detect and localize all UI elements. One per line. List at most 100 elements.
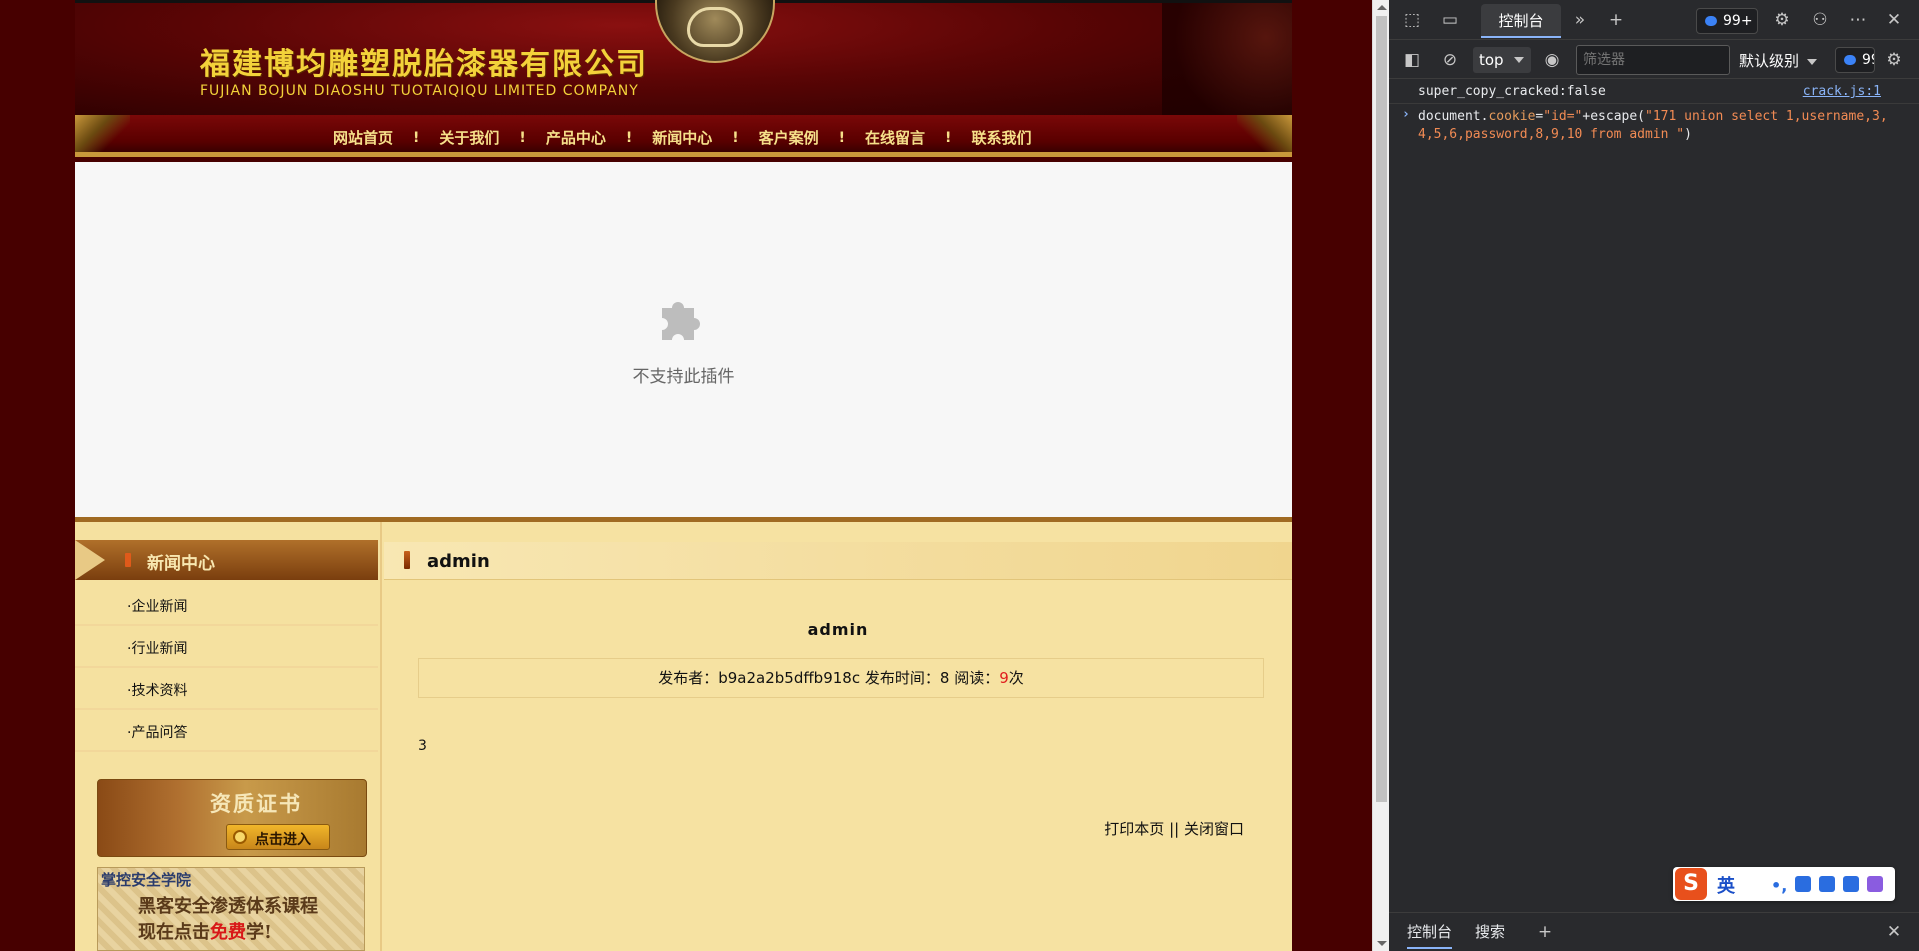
- eye-icon[interactable]: ◉: [1541, 49, 1563, 71]
- gear-icon[interactable]: ⚙: [1771, 9, 1793, 31]
- sidebar-item-product-faq[interactable]: ·产品问答: [75, 710, 378, 752]
- tab-console[interactable]: 控制台: [1481, 4, 1561, 38]
- log-levels-dropdown[interactable]: 默认级别: [1739, 50, 1818, 71]
- site-header: 福建博均雕塑脱胎漆器有限公司 FUJIAN BOJUN DIAOSHU TUOT…: [75, 0, 1292, 118]
- skin-icon[interactable]: [1843, 876, 1859, 892]
- nav-separator: !: [838, 129, 846, 146]
- reads-label: 阅读：: [954, 669, 1000, 687]
- sidebar: 新闻中心 ·企业新闻 ·行业新闻 ·技术资料 ·产品问答 资质证书 点击进入 掌…: [75, 522, 382, 951]
- close-drawer-icon[interactable]: ✕: [1883, 921, 1905, 943]
- more-tabs-icon[interactable]: »: [1569, 9, 1591, 31]
- sidebar-item-label[interactable]: ·技术资料: [127, 680, 187, 700]
- add-tab-icon[interactable]: +: [1605, 9, 1627, 31]
- print-page-link[interactable]: 打印本页: [1104, 820, 1164, 838]
- sidebar-item-label[interactable]: ·产品问答: [127, 722, 187, 742]
- sidebar-item-label[interactable]: ·企业新闻: [127, 596, 187, 616]
- nav-corner-ornament: [1237, 115, 1292, 152]
- link-separator: ||: [1169, 820, 1180, 838]
- ad-line-2-text: 学!: [246, 922, 272, 943]
- ad-highlight: 免费: [210, 922, 246, 943]
- connect-icon[interactable]: ⚇: [1809, 9, 1831, 31]
- punctuation-icon[interactable]: •,: [1771, 876, 1787, 895]
- sidebar-item-tech-docs[interactable]: ·技术资料: [75, 668, 378, 710]
- publish-time-label: 发布时间：: [864, 669, 940, 687]
- devtools-panel: ⬚ ▭ 控制台 » + 99+ ⚙ ⚇ ⋯ ✕ ◧ ⊘ top ◉ 默认级别 9…: [1389, 0, 1919, 951]
- add-drawer-tab-icon[interactable]: +: [1534, 921, 1556, 943]
- more-options-icon[interactable]: ⋯: [1847, 9, 1869, 31]
- issues-count: 99+: [1723, 13, 1753, 29]
- ad-banner[interactable]: 掌控安全学院 黑客安全渗透体系课程 现在点击免费学!: [97, 867, 365, 951]
- ime-toolbar[interactable]: S 英 •,: [1673, 867, 1895, 901]
- chevron-right-icon: ›: [1402, 107, 1410, 122]
- console-command-entry[interactable]: › document.cookie="id="+escape("171 unio…: [1389, 104, 1919, 144]
- reads-count: 9: [999, 669, 1009, 687]
- issues-badge-small[interactable]: 99: [1835, 47, 1875, 73]
- issues-count-small: 99: [1862, 52, 1874, 68]
- sidebar-item-label[interactable]: ·行业新闻: [127, 638, 187, 658]
- section-header: admin: [384, 542, 1292, 580]
- nav-news[interactable]: 新闻中心: [652, 127, 712, 148]
- enter-button-label: 点击进入: [255, 832, 311, 848]
- microphone-icon[interactable]: [1795, 876, 1811, 892]
- scroll-down-icon[interactable]: [1377, 941, 1387, 946]
- nav-products[interactable]: 产品中心: [546, 127, 606, 148]
- reads-unit: 次: [1008, 669, 1024, 687]
- devtools-toolbar: ⬚ ▭ 控制台 » + 99+ ⚙ ⚇ ⋯ ✕: [1389, 0, 1919, 40]
- drawer-tab-search[interactable]: 搜索: [1475, 921, 1505, 942]
- ime-language-toggle[interactable]: 英: [1717, 872, 1735, 898]
- sidebar-title: 新闻中心: [147, 554, 215, 574]
- ad-heading: 掌控安全学院: [101, 871, 192, 889]
- nav-separator: !: [625, 129, 633, 146]
- nav-home[interactable]: 网站首页: [333, 127, 393, 148]
- nav-cases[interactable]: 客户案例: [759, 127, 819, 148]
- scrollbar-thumb[interactable]: [1376, 16, 1387, 802]
- console-settings-icon[interactable]: ⚙: [1883, 49, 1905, 71]
- sidebar-toggle-icon[interactable]: ◧: [1401, 49, 1423, 71]
- nav-about[interactable]: 关于我们: [439, 127, 499, 148]
- content-area: 新闻中心 ·企业新闻 ·行业新闻 ·技术资料 ·产品问答 资质证书 点击进入 掌…: [75, 517, 1292, 951]
- apps-icon[interactable]: [1867, 876, 1883, 892]
- device-toolbar-icon[interactable]: ▭: [1439, 9, 1461, 31]
- publish-time-value: 8: [939, 669, 950, 687]
- sidebar-item-company-news[interactable]: ·企业新闻: [75, 584, 378, 626]
- sogou-logo-icon: S: [1675, 868, 1707, 900]
- sidebar-header: 新闻中心: [75, 540, 378, 580]
- nav-corner-ornament: [75, 115, 130, 152]
- article-title: admin: [807, 620, 869, 639]
- page-scrollbar[interactable]: [1372, 0, 1389, 951]
- devtools-drawer: 控制台 搜索 + ✕: [1389, 912, 1919, 951]
- log-source-link[interactable]: crack.js:1: [1803, 84, 1881, 99]
- company-name-en: FUJIAN BOJUN DIAOSHU TUOTAIQIQU LIMITED …: [200, 83, 639, 99]
- publisher-value: b9a2a2b5dffb918c: [718, 669, 861, 687]
- console-output: super_copy_cracked:false crack.js:1 › do…: [1389, 80, 1919, 144]
- nav-contact[interactable]: 联系我们: [971, 127, 1031, 148]
- close-icon[interactable]: ✕: [1883, 9, 1905, 31]
- message-icon: [1705, 16, 1717, 26]
- enter-button[interactable]: 点击进入: [226, 824, 330, 850]
- console-log-entry: super_copy_cracked:false crack.js:1: [1389, 80, 1919, 104]
- inspect-icon[interactable]: ⬚: [1401, 9, 1423, 31]
- arrow-icon: [75, 540, 105, 580]
- log-message: super_copy_cracked:false: [1418, 84, 1606, 99]
- plugin-placeholder: 不支持此插件: [75, 162, 1292, 517]
- section-title: admin: [427, 551, 490, 572]
- close-window-link[interactable]: 关闭窗口: [1184, 820, 1244, 838]
- drawer-tab-console[interactable]: 控制台: [1407, 921, 1453, 949]
- nav-message[interactable]: 在线留言: [865, 127, 925, 148]
- sidebar-item-industry-news[interactable]: ·行业新闻: [75, 626, 378, 668]
- publisher-label: 发布者：: [658, 669, 719, 687]
- context-select[interactable]: top: [1473, 47, 1531, 73]
- ad-line-2-text: 现在点击: [138, 922, 210, 943]
- article-panel: admin admin 发布者：b9a2a2b5dffb918c 发布时间：8 …: [384, 522, 1292, 951]
- chevron-down-icon: [1807, 58, 1818, 65]
- keyboard-icon[interactable]: [1819, 876, 1835, 892]
- scroll-up-icon[interactable]: [1377, 5, 1387, 10]
- certificate-banner[interactable]: 资质证书 点击进入: [97, 779, 367, 857]
- command-text[interactable]: document.cookie="id="+escape("171 union …: [1418, 108, 1898, 144]
- issues-badge[interactable]: 99+: [1696, 8, 1758, 34]
- log-levels-label: 默认级别: [1739, 52, 1800, 70]
- filter-input[interactable]: [1576, 45, 1730, 75]
- crest-logo: [655, 0, 775, 63]
- clear-console-icon[interactable]: ⊘: [1439, 49, 1461, 71]
- header-ornament: [1162, 3, 1292, 118]
